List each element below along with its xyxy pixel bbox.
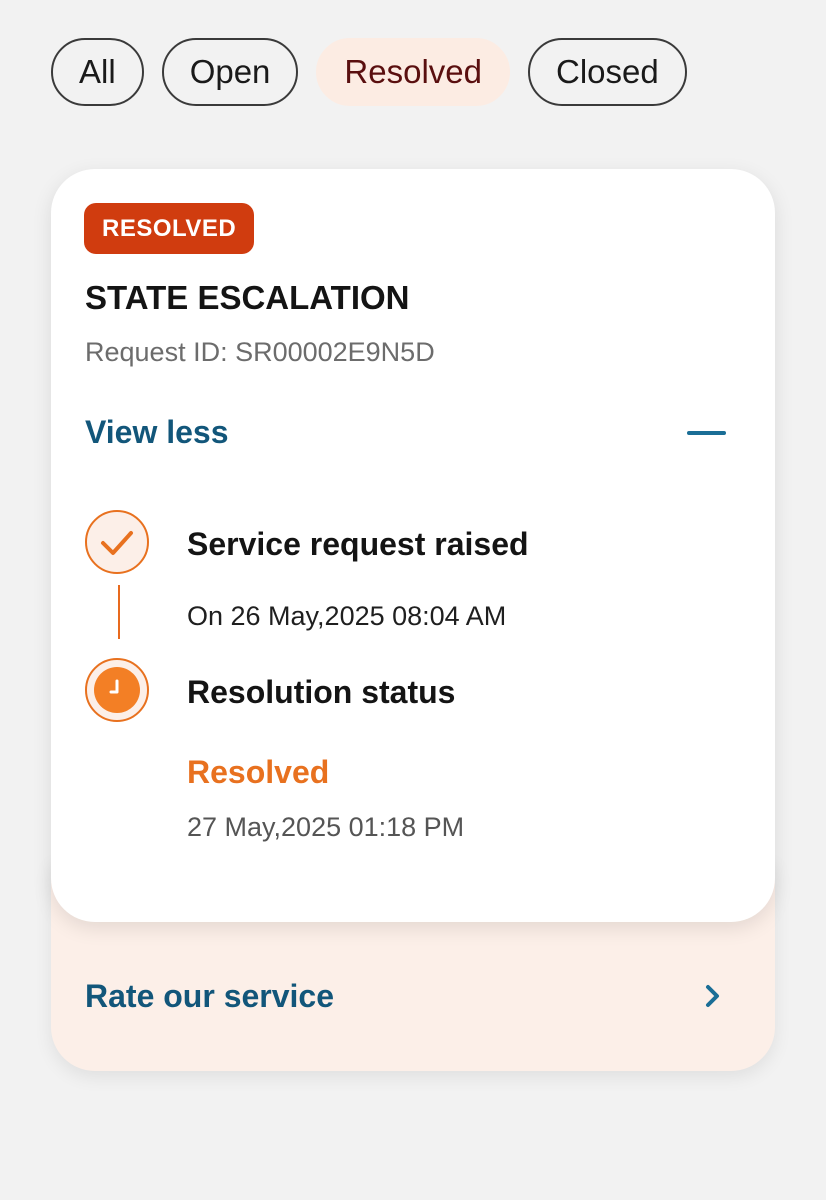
timeline-step-title: Service request raised [187,526,529,562]
filter-chip-open[interactable]: Open [161,38,299,106]
clock-circle-icon [85,658,149,722]
check-circle-icon [85,510,149,574]
status-badge: RESOLVED [84,203,255,254]
filter-chip-group: All Open Resolved Closed [51,38,687,106]
chevron-right-icon[interactable] [699,978,727,1014]
minus-icon [687,431,726,435]
timeline-step-date: On 26 May,2025 08:04 AM [187,601,507,631]
collapse-button[interactable] [687,419,727,449]
timeline-step-title: Resolution status [187,674,456,710]
timeline-step-date: 27 May,2025 01:18 PM [187,812,465,842]
timeline-connector [118,585,120,639]
view-less-link[interactable]: View less [85,414,229,451]
resolution-status-text: Resolved [187,754,330,790]
service-request-card: RESOLVED STATE ESCALATION Request ID: SR… [51,169,775,922]
request-id: Request ID: SR00002E9N5D [85,337,435,367]
request-title: STATE ESCALATION [85,279,410,316]
filter-chip-closed[interactable]: Closed [528,38,687,106]
rate-service-label: Rate our service [85,978,335,1014]
filter-chip-all[interactable]: All [51,38,144,106]
filter-chip-resolved[interactable]: Resolved [316,38,510,106]
